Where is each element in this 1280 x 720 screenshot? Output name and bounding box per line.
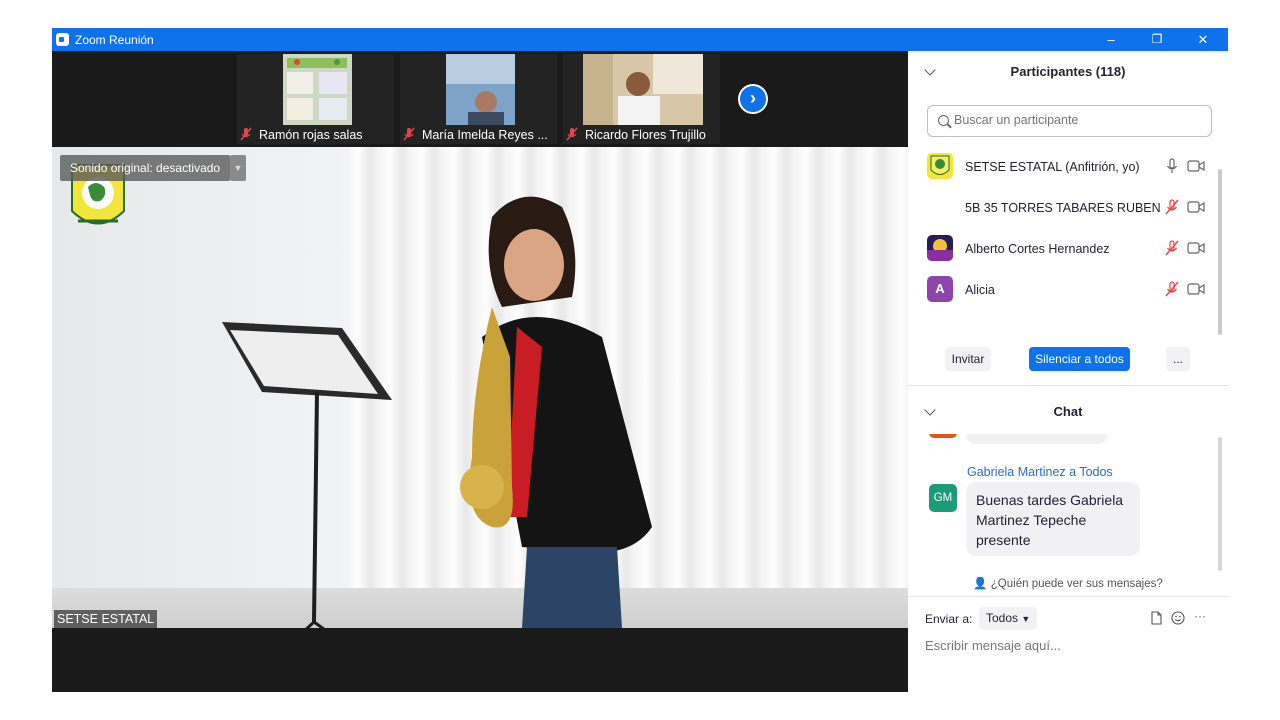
mic-muted-icon[interactable] bbox=[1164, 281, 1180, 297]
participant-name: María Imelda Reyes ... bbox=[422, 128, 548, 142]
participant-row[interactable]: SETSE ESTATAL (Anfitrión, yo) bbox=[908, 147, 1218, 188]
chat-scrollbar[interactable] bbox=[1218, 437, 1222, 571]
thumbnail-strip: Ramón rojas salas María Imelda Reyes ... bbox=[52, 51, 908, 147]
participant-thumbnail[interactable]: María Imelda Reyes ... bbox=[400, 54, 557, 144]
avatar bbox=[927, 235, 953, 261]
chat-messages: Gabriela Martinez a Todos GM Buenas tard… bbox=[908, 434, 1228, 574]
close-button[interactable]: ✕ bbox=[1180, 28, 1226, 51]
send-to-label: Enviar a: bbox=[925, 612, 973, 626]
chat-title: Chat bbox=[1053, 404, 1083, 419]
more-options-button[interactable]: ... bbox=[1166, 347, 1190, 371]
title-bar: Zoom Reunión – ❐ ✕ bbox=[52, 28, 1228, 51]
chat-message-bubble bbox=[966, 434, 1108, 444]
send-to-row: Enviar a: Todos ▼ ··· bbox=[925, 607, 1215, 631]
minimize-button[interactable]: – bbox=[1088, 28, 1134, 51]
chevron-right-icon: › bbox=[750, 88, 756, 108]
video-camera-icon[interactable] bbox=[1187, 241, 1205, 255]
participant-video bbox=[283, 54, 352, 125]
active-speaker-video: Sonido original: desactivado ▼ SETSE EST… bbox=[52, 147, 908, 628]
participant-thumbnail[interactable]: Ramón rojas salas bbox=[237, 54, 394, 144]
participant-name: Alberto Cortes Hernandez bbox=[965, 242, 1110, 256]
person-icon: 👤 bbox=[973, 578, 988, 590]
original-sound-toggle[interactable]: Sonido original: desactivado bbox=[60, 155, 231, 181]
participant-video bbox=[583, 54, 703, 125]
participant-search[interactable] bbox=[927, 105, 1212, 137]
zoom-app-icon bbox=[56, 33, 69, 46]
avatar: GM bbox=[929, 484, 957, 512]
participant-row[interactable]: Alberto Cortes Hernandez bbox=[908, 229, 1218, 270]
participants-title: Participantes (118) bbox=[1010, 64, 1126, 79]
panel-divider bbox=[908, 596, 1228, 597]
collapse-chevron-icon[interactable] bbox=[924, 404, 936, 416]
chevron-down-icon: ▼ bbox=[1021, 614, 1031, 624]
participant-name: 5B 35 TORRES TABARES RUBEN ... bbox=[965, 201, 1163, 215]
participant-row[interactable]: 5B 35 TORRES TABARES RUBEN ... bbox=[908, 188, 1218, 229]
mic-muted-icon[interactable] bbox=[1164, 240, 1180, 256]
chat-message-bubble: Buenas tardes Gabriela Martinez Tepeche … bbox=[966, 482, 1140, 556]
video-camera-icon[interactable] bbox=[1187, 200, 1205, 214]
participant-thumbnail[interactable]: Ricardo Flores Trujillo bbox=[563, 54, 720, 144]
invite-button[interactable]: Invitar bbox=[945, 347, 991, 371]
mic-icon[interactable] bbox=[1164, 158, 1180, 174]
zoom-window: Zoom Reunión – ❐ ✕ Ramón rojas salas Mar… bbox=[52, 28, 1228, 692]
collapse-chevron-icon[interactable] bbox=[924, 64, 936, 76]
video-area: Ramón rojas salas María Imelda Reyes ... bbox=[52, 51, 908, 692]
window-title: Zoom Reunión bbox=[75, 33, 154, 47]
participant-name: Alicia bbox=[965, 283, 995, 297]
chat-header: Chat bbox=[908, 391, 1228, 433]
mute-all-button[interactable]: Silenciar a todos bbox=[1029, 347, 1130, 371]
search-icon bbox=[938, 115, 949, 126]
participant-row[interactable]: A Alicia bbox=[908, 270, 1218, 311]
participants-header: Participantes (118) bbox=[908, 51, 1228, 93]
video-camera-icon[interactable] bbox=[1187, 159, 1205, 173]
sound-dropdown-icon[interactable]: ▼ bbox=[230, 155, 246, 181]
music-stand bbox=[222, 322, 392, 628]
side-panel: Participantes (118) SETSE ESTATAL (Anfit… bbox=[908, 51, 1228, 692]
who-can-see-messages[interactable]: 👤 ¿Quién puede ver sus mensajes? bbox=[908, 576, 1228, 590]
participant-name: SETSE ESTATAL (Anfitrión, yo) bbox=[965, 160, 1140, 174]
avatar: A bbox=[927, 276, 953, 302]
participant-name: Ricardo Flores Trujillo bbox=[585, 128, 706, 142]
performer-saxophone bbox=[460, 196, 652, 628]
chat-message-input[interactable]: Escribir mensaje aquí... bbox=[925, 638, 1061, 653]
avatar bbox=[929, 434, 957, 438]
participant-name: Ramón rojas salas bbox=[259, 128, 363, 142]
video-bottom-bar bbox=[52, 628, 908, 692]
next-page-button[interactable]: › bbox=[738, 84, 768, 114]
file-icon[interactable] bbox=[1149, 611, 1163, 625]
message-sender[interactable]: Gabriela Martinez a Todos bbox=[967, 465, 1113, 479]
emoji-icon[interactable] bbox=[1171, 611, 1185, 625]
video-camera-icon[interactable] bbox=[1187, 282, 1205, 296]
mic-muted-icon[interactable] bbox=[1164, 199, 1180, 215]
participants-scrollbar[interactable] bbox=[1218, 169, 1222, 335]
avatar bbox=[927, 153, 953, 179]
send-to-dropdown[interactable]: Todos ▼ bbox=[979, 607, 1038, 630]
restore-button[interactable]: ❐ bbox=[1134, 28, 1180, 51]
search-input[interactable] bbox=[954, 113, 1204, 127]
participant-video bbox=[446, 54, 515, 125]
speaker-name-label: SETSE ESTATAL bbox=[54, 610, 158, 628]
panel-divider bbox=[908, 385, 1228, 386]
more-options-icon[interactable]: ··· bbox=[1194, 609, 1206, 623]
